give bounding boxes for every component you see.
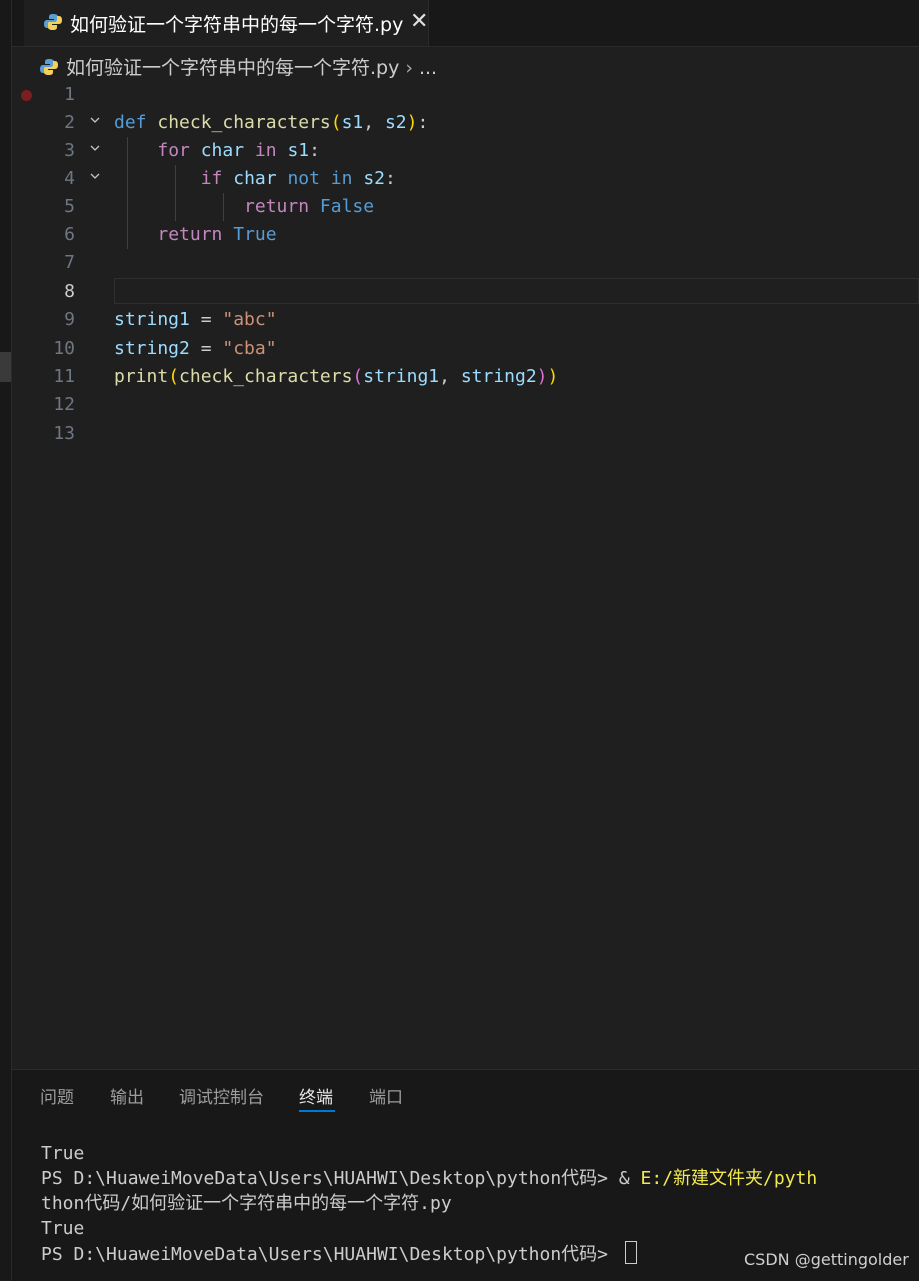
line-number: 6 — [64, 224, 75, 245]
code-line[interactable]: 7 — [12, 249, 919, 277]
python-icon — [40, 59, 58, 75]
code-line[interactable]: 9 string1 = "abc" — [12, 306, 919, 334]
line-number: 2 — [64, 112, 75, 133]
tab-ports[interactable]: 端口 — [369, 1083, 403, 1108]
line-number: 11 — [53, 366, 75, 387]
line-number: 5 — [64, 196, 75, 217]
line-number: 13 — [53, 423, 75, 444]
tab-problems[interactable]: 问题 — [40, 1083, 74, 1108]
breadcrumb: 如何验证一个字符串中的每一个字符.py ›... — [40, 53, 437, 79]
line-number: 8 — [64, 281, 75, 302]
chevron-right-icon: › — [405, 57, 413, 79]
tab-output[interactable]: 输出 — [110, 1083, 144, 1108]
terminal-line: True — [41, 1143, 85, 1164]
code-text: string2 = "cba" — [114, 338, 277, 359]
code-line[interactable]: 10 string2 = "cba" — [12, 335, 919, 363]
terminal-line: PS D:\HuaweiMoveData\Users\HUAHWI\Deskto… — [41, 1168, 818, 1189]
terminal-cursor — [624, 1241, 637, 1264]
line-number: 3 — [64, 140, 75, 161]
current-line-highlight — [114, 278, 919, 304]
code-line[interactable]: 11 print(check_characters(string1, strin… — [12, 363, 919, 391]
code-text: return False — [244, 196, 375, 217]
line-number: 10 — [53, 338, 75, 359]
code-line[interactable]: 1 — [12, 81, 919, 109]
code-line-current[interactable]: 8 — [12, 278, 919, 306]
code-line[interactable]: 4 if char not in s2: — [12, 165, 919, 193]
chevron-down-icon[interactable] — [90, 115, 100, 125]
code-text: return True — [157, 224, 277, 245]
chevron-down-icon[interactable] — [90, 143, 100, 153]
chevron-down-icon[interactable] — [90, 171, 100, 181]
line-number: 7 — [64, 252, 75, 273]
terminal-output[interactable]: True PS D:\HuaweiMoveData\Users\HUAHWI\D… — [41, 1141, 817, 1267]
code-text: string1 = "abc" — [114, 309, 277, 330]
tab-terminal[interactable]: 终端 — [299, 1083, 333, 1108]
line-number: 4 — [64, 168, 75, 189]
watermark: CSDN @gettingolder — [744, 1250, 909, 1269]
line-number: 12 — [53, 394, 75, 415]
tab-label: 如何验证一个字符串中的每一个字符.py — [70, 14, 404, 36]
code-line[interactable]: 3 for char in s1: — [12, 137, 919, 165]
code-line[interactable]: 2 def check_characters(s1, s2): — [12, 109, 919, 137]
terminal-prompt: PS D:\HuaweiMoveData\Users\HUAHWI\Deskto… — [41, 1241, 817, 1267]
code-text: for char in s1: — [157, 140, 320, 161]
code-line[interactable]: 13 — [12, 420, 919, 448]
activity-bar-edge — [0, 0, 12, 1280]
active-tab-indicator — [299, 1110, 335, 1112]
breadcrumb-more[interactable]: ... — [419, 57, 437, 79]
code-text: def check_characters(s1, s2): — [114, 112, 429, 133]
breadcrumb-file[interactable]: 如何验证一个字符串中的每一个字符.py — [66, 57, 399, 79]
code-line[interactable]: 5 return False — [12, 193, 919, 221]
python-icon — [44, 14, 62, 30]
line-number: 1 — [64, 84, 75, 105]
activity-bar-highlight — [0, 352, 11, 382]
code-editor[interactable]: 1 2 def check_characters(s1, s2): 3 for … — [12, 80, 919, 1070]
tab-debug-console[interactable]: 调试控制台 — [179, 1083, 264, 1108]
close-icon[interactable]: ✕ — [410, 9, 428, 34]
code-text: print(check_characters(string1, string2)… — [114, 366, 559, 387]
editor-tab[interactable]: 如何验证一个字符串中的每一个字符.py ✕ — [24, 0, 429, 46]
line-number: 9 — [64, 309, 75, 330]
code-line[interactable]: 12 — [12, 391, 919, 419]
terminal-line: thon代码/如何验证一个字符串中的每一个字符.py — [41, 1193, 452, 1214]
tab-bar: 如何验证一个字符串中的每一个字符.py ✕ — [12, 0, 919, 47]
code-text: if char not in s2: — [200, 168, 396, 189]
terminal-line: True — [41, 1218, 85, 1239]
code-line[interactable]: 6 return True — [12, 221, 919, 249]
